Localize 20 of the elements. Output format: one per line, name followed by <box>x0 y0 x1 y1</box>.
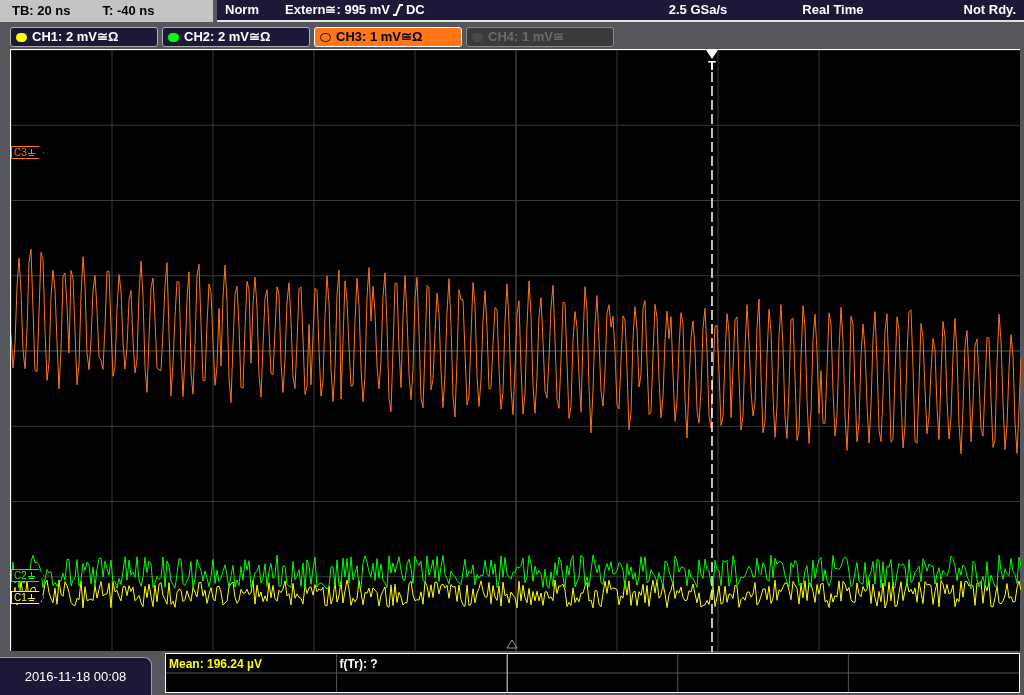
mode-text: Norm <box>225 1 260 20</box>
trigger-coupling-text: DC <box>405 1 425 20</box>
measurement-text: Mean: 196.24 µV <box>169 655 262 673</box>
marker-label: C1 <box>14 591 27 605</box>
channel-tab[interactable]: CH1: 2 mV≅Ω <box>10 27 158 47</box>
trigger-source-text: Extern≅: 995 mV <box>285 1 390 20</box>
trigger-time-text: T: -40 ns <box>102 2 155 21</box>
trigger-level-icon <box>506 639 518 649</box>
date-panel: 2016-11-18 00:08 <box>0 657 152 695</box>
channel-tab[interactable]: CH3: 1 mV≅Ω <box>314 27 462 47</box>
channel-tab[interactable]: CH2: 2 mV≅Ω <box>162 27 310 47</box>
trigger-label: T <box>708 59 716 72</box>
rising-edge-icon <box>391 4 404 16</box>
marker-label: C2 <box>14 569 27 583</box>
sample-rate-text: 2.5 GSa/s <box>668 1 728 20</box>
marker-label: C3 <box>14 146 27 160</box>
measurement-text: f(Tr): ? <box>339 655 378 673</box>
state-text: Not Rdy. <box>963 1 1016 20</box>
timebase-text: TB: 20 ns <box>12 2 71 21</box>
acquisition-text: Real Time <box>802 1 864 20</box>
